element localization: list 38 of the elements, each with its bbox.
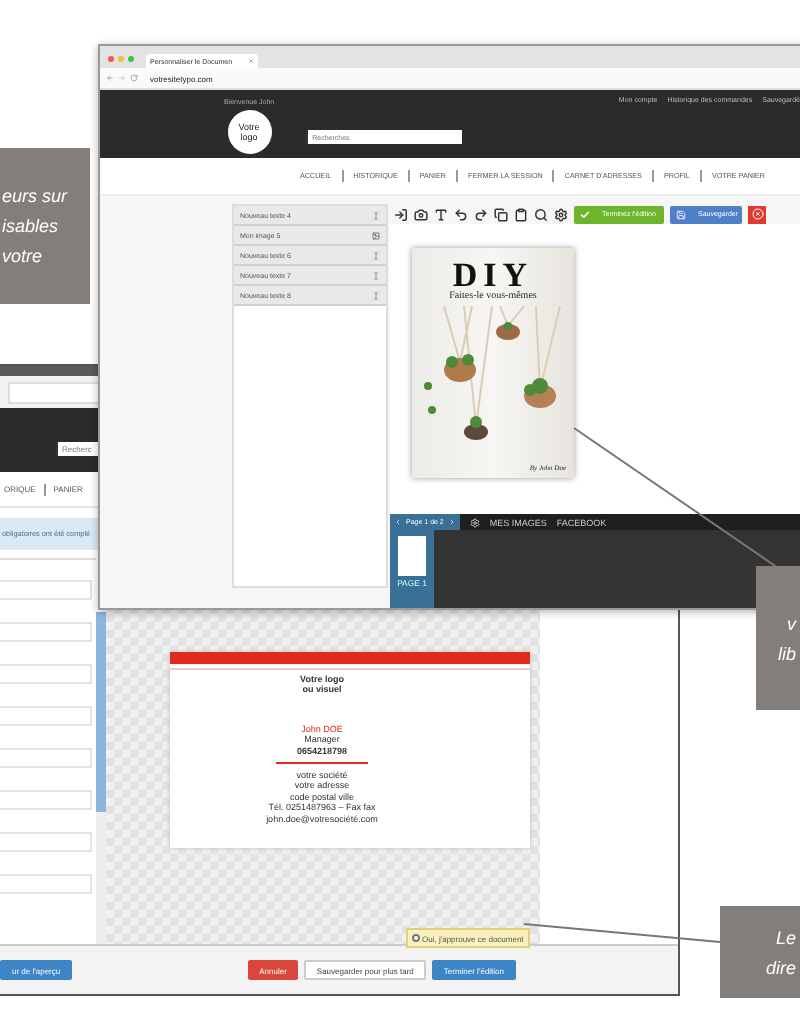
scrollbar[interactable] [96, 612, 106, 944]
input-field[interactable] [0, 664, 92, 684]
callout-text: eurs sur [2, 184, 68, 208]
text-icon[interactable] [434, 207, 448, 221]
close-button[interactable] [748, 205, 766, 223]
text-cursor-icon [372, 271, 380, 279]
callout-text: votre [2, 244, 43, 268]
cover-title: DIY [452, 258, 534, 292]
text-cursor-icon [372, 251, 380, 259]
settings-icon[interactable] [554, 207, 568, 221]
text-cursor-icon [372, 211, 380, 219]
input-field[interactable] [0, 790, 92, 810]
redo-icon[interactable] [474, 207, 488, 221]
camera-icon[interactable] [414, 207, 428, 221]
paste-icon[interactable] [514, 207, 528, 221]
callout-text: isables [2, 214, 59, 238]
search-icon[interactable] [534, 207, 548, 221]
back-icon[interactable] [106, 74, 114, 82]
copy-icon[interactable] [494, 207, 508, 221]
callout-text: Le [775, 925, 796, 949]
input-field[interactable] [0, 748, 92, 768]
callout-text: lib [777, 641, 796, 665]
input-field[interactable] [0, 580, 92, 600]
enter-icon[interactable] [394, 207, 408, 221]
input-field[interactable] [0, 622, 92, 642]
address-field[interactable] [8, 381, 100, 403]
input-field[interactable] [0, 832, 92, 852]
undo-icon[interactable] [454, 207, 468, 221]
callout-text: v [787, 611, 796, 635]
input-field[interactable] [0, 874, 92, 894]
image-icon [372, 231, 380, 239]
save-icon [676, 209, 686, 219]
text-cursor-icon [372, 291, 380, 299]
reload-icon[interactable] [130, 74, 138, 82]
input-field[interactable] [0, 706, 92, 726]
check-icon [580, 209, 590, 219]
callout-text: dire [765, 955, 796, 979]
checkbox[interactable] [412, 934, 420, 942]
